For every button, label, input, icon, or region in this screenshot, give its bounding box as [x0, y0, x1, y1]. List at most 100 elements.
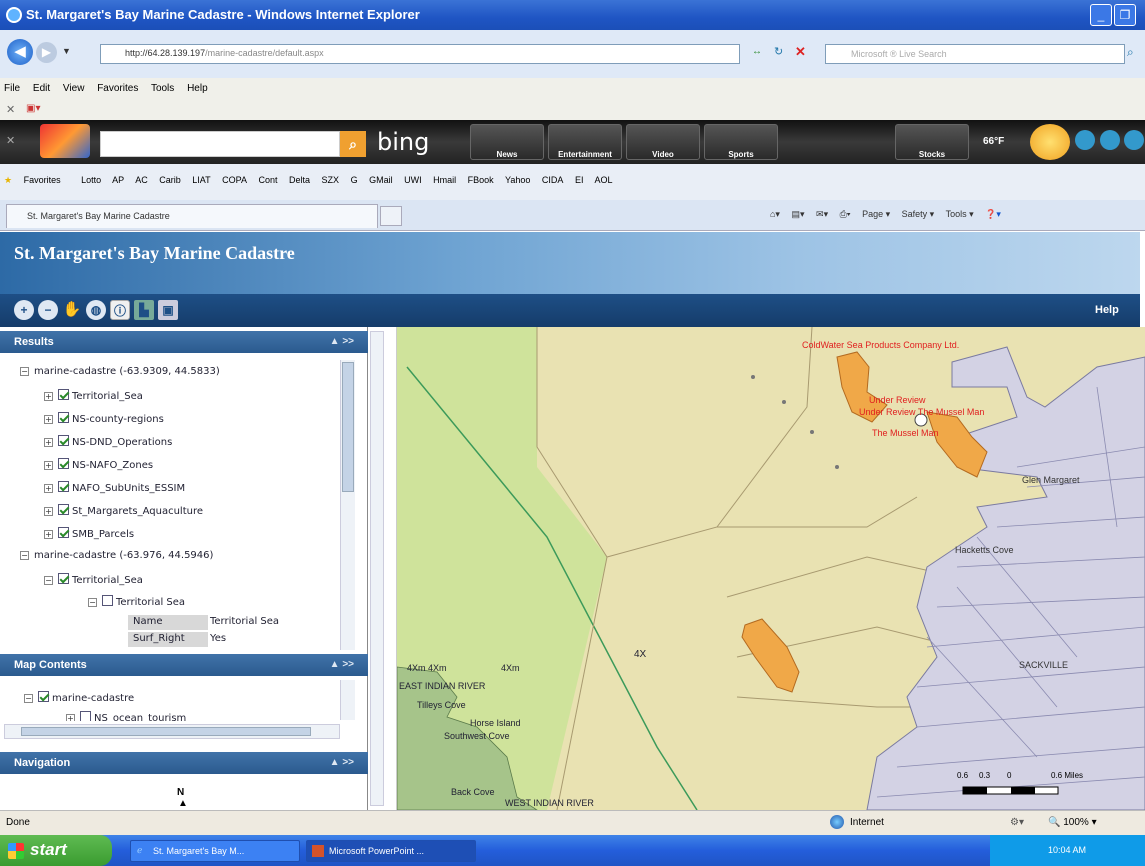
protected-mode-icon[interactable]: ⚙▾ — [1010, 817, 1024, 828]
fav-cida[interactable]: CIDA — [542, 175, 564, 185]
close-toolbar-icon[interactable]: ✕ — [6, 103, 15, 116]
layer-checkbox[interactable] — [58, 389, 69, 400]
fav-copa[interactable]: COPA — [222, 175, 247, 185]
expand-icon[interactable]: + — [66, 714, 75, 721]
refresh-icon[interactable]: ↻ — [774, 45, 783, 58]
zoom-level[interactable]: 🔍 100% ▾ — [1048, 817, 1097, 828]
feature-checkbox[interactable] — [102, 595, 113, 606]
result-layer[interactable]: + NS-NAFO_Zones — [44, 458, 153, 471]
pan-hand-icon[interactable]: ✋ — [62, 300, 82, 320]
bing-tab-sports[interactable]: Sports — [704, 124, 778, 160]
fav-lotto[interactable]: Lotto — [81, 175, 101, 185]
fav-delta[interactable]: Delta — [289, 175, 310, 185]
print-icon[interactable]: ⎙▾ — [840, 209, 851, 219]
back-button[interactable]: ◀ — [7, 39, 33, 65]
results-collapse-icon[interactable]: ▲ >> — [330, 336, 354, 347]
fav-yahoo[interactable]: Yahoo — [505, 175, 530, 185]
fav-ap[interactable]: AP — [112, 175, 124, 185]
home-icon[interactable]: ⌂▾ — [770, 209, 780, 219]
favorites-button[interactable]: ★ Favorites — [4, 175, 70, 185]
search-icon[interactable] — [1100, 130, 1120, 150]
result-layer[interactable]: + SMB_Parcels — [44, 527, 134, 540]
result-feature[interactable]: − Territorial Sea — [88, 595, 185, 608]
taskbar-item-ie[interactable]: ℯ St. Margaret's Bay M... — [130, 840, 300, 862]
forward-button[interactable]: ▶ — [36, 42, 57, 63]
expand-icon[interactable]: + — [44, 438, 53, 447]
layer-checkbox[interactable] — [58, 527, 69, 538]
expand-icon[interactable]: + — [44, 507, 53, 516]
expand-icon[interactable]: + — [44, 392, 53, 401]
mail-icon[interactable]: ✉▾ — [816, 209, 828, 219]
result-group[interactable]: − marine-cadastre (-63.9309, 44.5833) — [20, 366, 220, 377]
layer-checkbox[interactable] — [38, 691, 49, 702]
measure-icon[interactable]: ▙ — [134, 300, 154, 320]
msn-butterfly-icon[interactable] — [40, 124, 90, 158]
help-link[interactable]: Help — [1095, 304, 1119, 316]
fav-szx[interactable]: SZX — [322, 175, 340, 185]
fav-carib[interactable]: Carib — [159, 175, 181, 185]
clock[interactable]: 10:04 AM — [1048, 845, 1086, 855]
minimize-button[interactable]: _ — [1090, 4, 1112, 26]
zoom-in-icon[interactable]: + — [14, 300, 34, 320]
menu-help[interactable]: Help — [187, 83, 208, 94]
weather-temp[interactable]: 66°F — [983, 136, 1004, 147]
stop-icon[interactable]: ✕ — [795, 44, 806, 60]
map-contents-collapse-icon[interactable]: ▲ >> — [330, 659, 354, 670]
collapse-icon[interactable]: − — [20, 551, 29, 560]
bing-search-button[interactable]: ⌕ — [340, 131, 366, 157]
fav-fbook[interactable]: FBook — [468, 175, 494, 185]
expand-icon[interactable]: + — [44, 415, 53, 424]
bing-tab-news[interactable]: News — [470, 124, 544, 160]
bing-tab-stocks[interactable]: Stocks — [895, 124, 969, 160]
layer-checkbox[interactable] — [58, 412, 69, 423]
tab-marine-cadastre[interactable]: St. Margaret's Bay Marine Cadastre — [6, 204, 378, 228]
fav-cont[interactable]: Cont — [258, 175, 277, 185]
tools-menu[interactable]: Tools ▾ — [946, 209, 974, 219]
fav-aol[interactable]: AOL — [594, 175, 612, 185]
navigation-collapse-icon[interactable]: ▲ >> — [330, 757, 354, 768]
fav-liat[interactable]: LIAT — [192, 175, 210, 185]
result-layer[interactable]: + NS-county-regions — [44, 412, 164, 425]
map-contents-vscroll[interactable] — [340, 680, 355, 720]
zoom-out-icon[interactable]: − — [38, 300, 58, 320]
fav-ei[interactable]: EI — [575, 175, 584, 185]
fav-ac[interactable]: AC — [135, 175, 148, 185]
addon-icon[interactable]: ▣▾ — [26, 103, 40, 114]
feeds-icon[interactable]: ▤▾ — [791, 209, 804, 219]
results-scrollbar[interactable] — [340, 360, 355, 650]
fav-hmail[interactable]: Hmail — [433, 175, 456, 185]
menu-tools[interactable]: Tools — [151, 83, 174, 94]
live-search-input[interactable]: Microsoft ® Live Search — [825, 44, 1125, 64]
collapse-icon[interactable]: − — [88, 598, 97, 607]
result-layer[interactable]: + Territorial_Sea — [44, 389, 143, 402]
expand-icon[interactable]: + — [44, 461, 53, 470]
new-tab-button[interactable] — [380, 206, 402, 226]
security-zone[interactable]: Internet — [850, 817, 884, 828]
result-layer[interactable]: + St_Margarets_Aquaculture — [44, 504, 203, 517]
expand-icon[interactable]: + — [44, 530, 53, 539]
close-bing-bar-icon[interactable]: ✕ — [6, 134, 15, 147]
collapse-icon[interactable]: − — [44, 576, 53, 585]
settings-icon[interactable] — [1075, 130, 1095, 150]
menu-favorites[interactable]: Favorites — [97, 83, 138, 94]
recent-pages-dropdown[interactable]: ▼ — [62, 46, 71, 56]
menu-file[interactable]: File — [4, 83, 20, 94]
map-contents-hscroll[interactable] — [4, 724, 340, 739]
layer-checkbox[interactable] — [80, 711, 91, 721]
collapse-icon[interactable]: − — [20, 367, 29, 376]
result-layer[interactable]: + NS-DND_Operations — [44, 435, 172, 448]
collapse-icon[interactable]: − — [24, 694, 33, 703]
layer-checkbox[interactable] — [58, 481, 69, 492]
panel-scrollbar[interactable] — [370, 331, 384, 806]
fav-uwi[interactable]: UWI — [404, 175, 422, 185]
taskbar-item-powerpoint[interactable]: Microsoft PowerPoint ... — [306, 840, 476, 862]
results-header[interactable]: Results ▲ >> — [0, 331, 368, 353]
maximize-button[interactable]: ❐ — [1114, 4, 1136, 26]
address-input[interactable]: http://64.28.139.197/marine-cadastre/def… — [100, 44, 740, 64]
fav-g[interactable]: G — [351, 175, 358, 185]
map-contents-header[interactable]: Map Contents ▲ >> — [0, 654, 368, 676]
identify-icon[interactable]: ⓘ — [110, 300, 130, 320]
map-canvas[interactable]: ColdWater Sea Products Company Ltd. Unde… — [397, 327, 1145, 810]
result-group[interactable]: − marine-cadastre (-63.976, 44.5946) — [20, 550, 213, 561]
bing-search-input[interactable] — [100, 131, 340, 157]
